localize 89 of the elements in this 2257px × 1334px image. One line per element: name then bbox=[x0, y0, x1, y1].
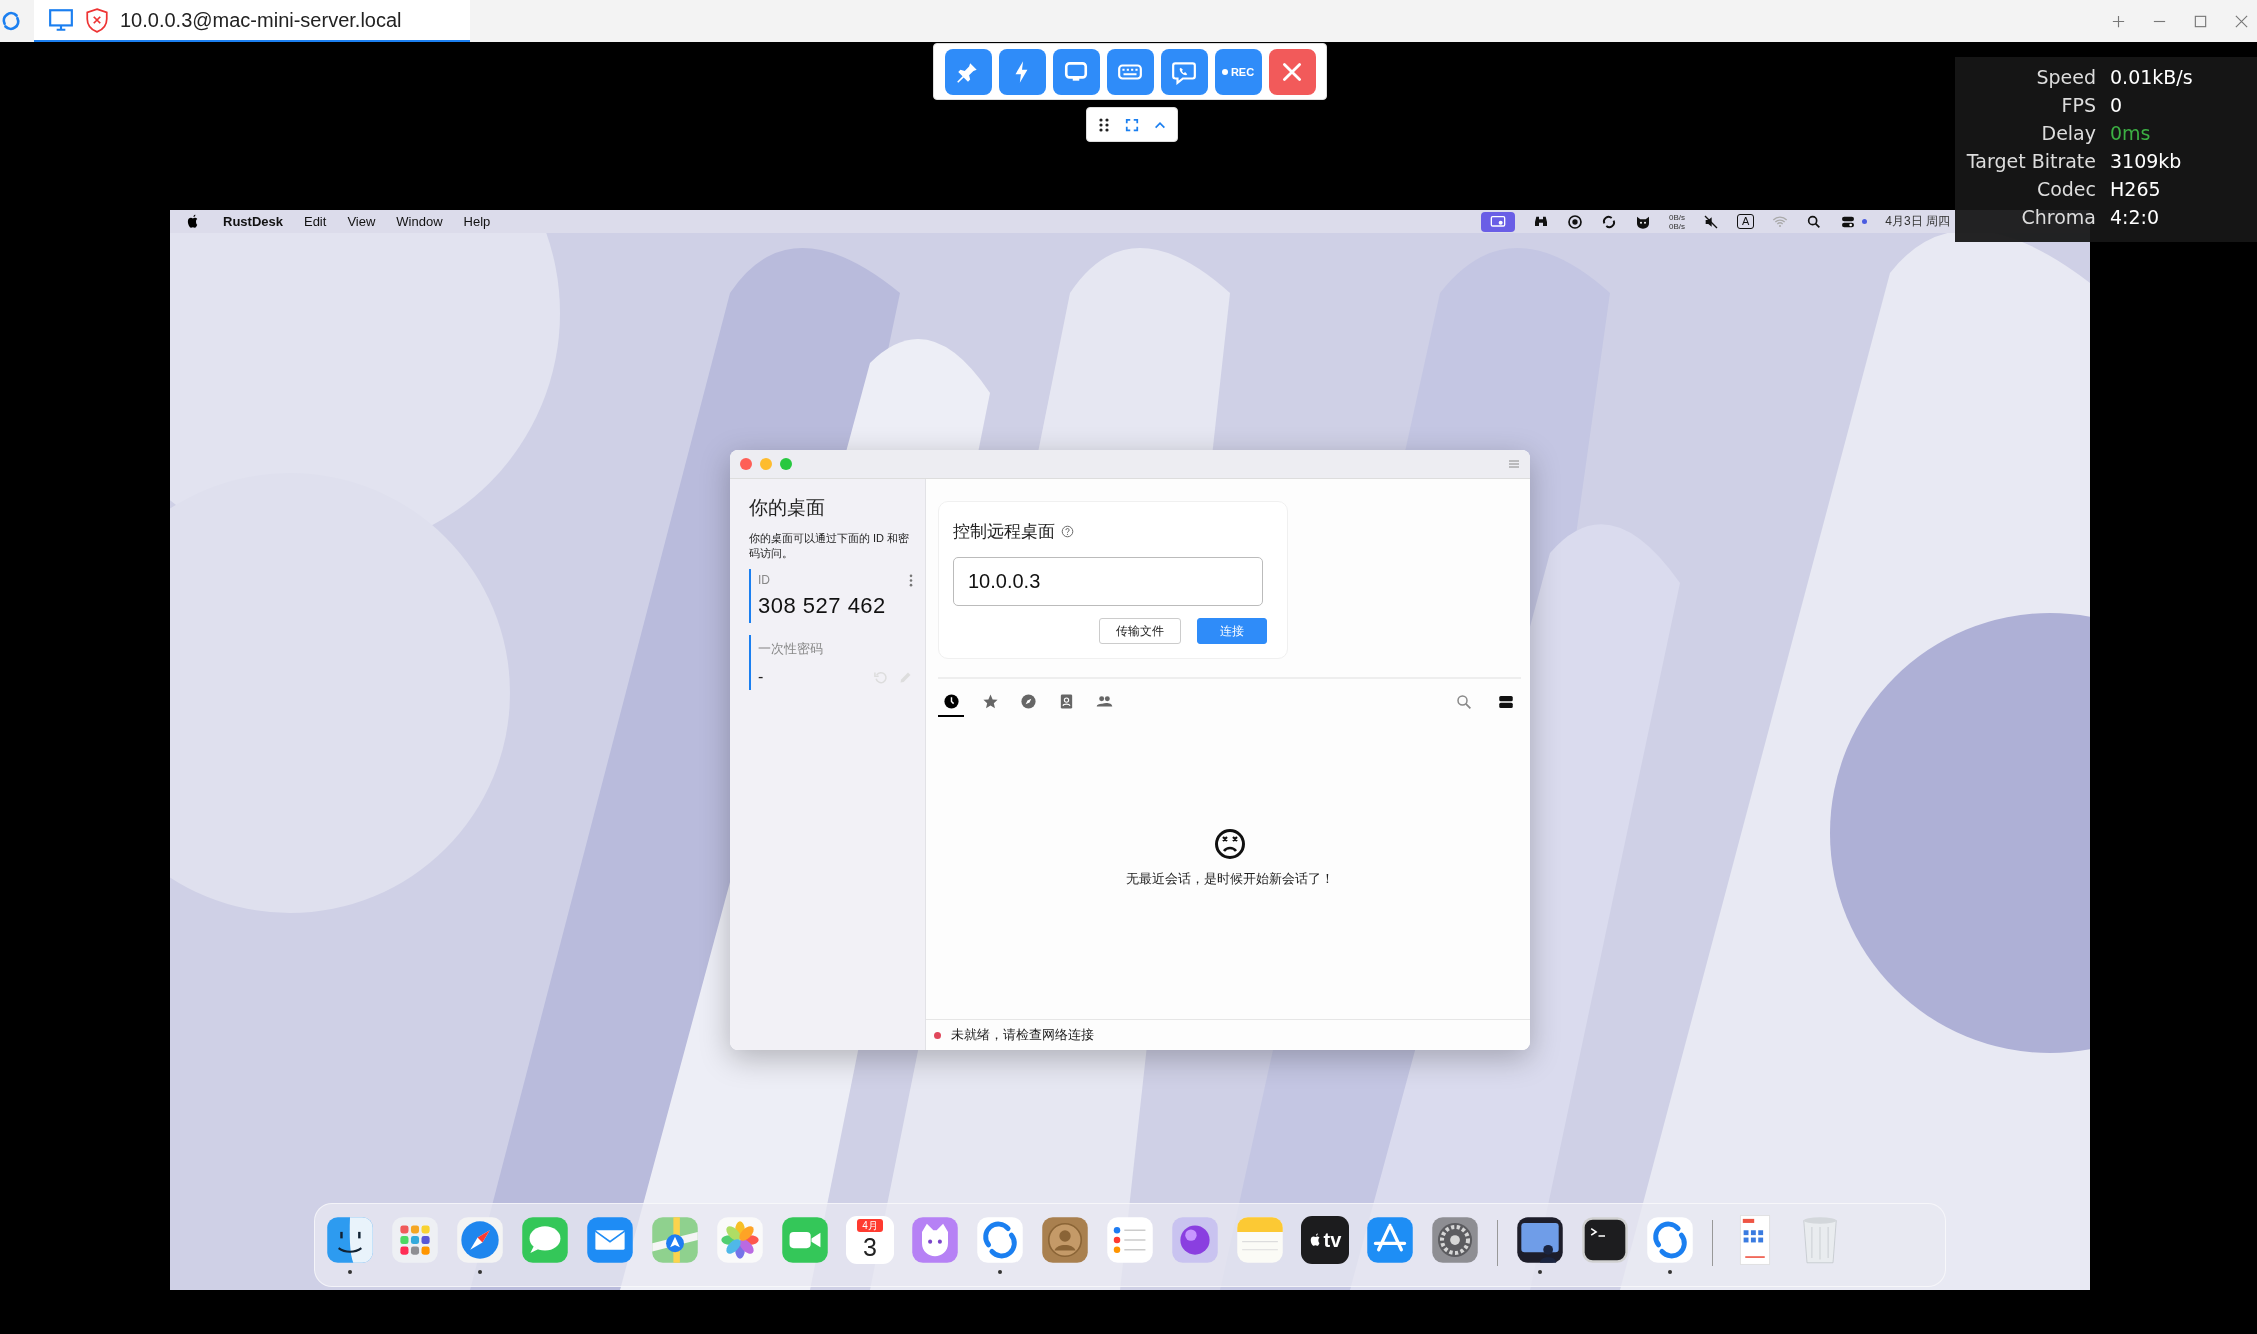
stat-label: Speed bbox=[2035, 65, 2096, 90]
menu-item[interactable]: View bbox=[347, 214, 376, 229]
finder-face-icon[interactable] bbox=[324, 1214, 376, 1266]
menu-bar-clock[interactable]: 4月3日 周四 bbox=[1885, 213, 1950, 230]
display-button[interactable] bbox=[1052, 48, 1100, 95]
close-window-icon[interactable] bbox=[740, 458, 752, 470]
close-icon[interactable] bbox=[2234, 13, 2249, 29]
star-icon bbox=[981, 692, 999, 710]
help-icon[interactable] bbox=[1061, 525, 1074, 538]
monitor-user-icon[interactable] bbox=[1514, 1214, 1566, 1266]
remote-id-field[interactable]: 10.0.0.3 bbox=[953, 557, 1263, 606]
panel-title: 你的桌面 bbox=[749, 496, 826, 520]
clock-icon bbox=[942, 692, 960, 710]
ring-logo-icon[interactable] bbox=[0, 10, 22, 32]
menu-item[interactable]: RustDesk bbox=[223, 214, 283, 229]
stat-label: Codec bbox=[2035, 177, 2096, 202]
screen-share-icon[interactable] bbox=[1480, 211, 1515, 232]
network-speed-text: 0B/s bbox=[1668, 221, 1685, 231]
stat-value: 4:2:0 bbox=[2110, 205, 2161, 230]
lightning-button[interactable] bbox=[998, 48, 1046, 95]
record-icon[interactable] bbox=[1566, 213, 1583, 230]
running-indicator-dot bbox=[1538, 1270, 1542, 1274]
terminal-icon[interactable] bbox=[1579, 1214, 1631, 1266]
monitor-icon bbox=[48, 7, 74, 33]
running-indicator-dot bbox=[348, 1270, 352, 1274]
stat-value: 3109kb bbox=[2110, 149, 2183, 174]
menu-item[interactable]: Edit bbox=[303, 214, 327, 229]
status-text: 未就绪，请检查网络连接 bbox=[951, 1026, 1094, 1044]
running-indicator-dot bbox=[1668, 1270, 1672, 1274]
app-store-icon[interactable] bbox=[1364, 1214, 1416, 1266]
password-value: - bbox=[758, 668, 765, 686]
calendar-month: 4月 bbox=[857, 1219, 883, 1232]
stat-label: Delay bbox=[2040, 121, 2096, 146]
sad-face-icon bbox=[1213, 828, 1246, 860]
fullscreen-icon[interactable] bbox=[1125, 117, 1139, 132]
panel-description: 你的桌面可以通过下面的 ID 和密码访问。 bbox=[749, 531, 911, 561]
search-icon[interactable] bbox=[1806, 213, 1823, 230]
running-indicator-dot bbox=[998, 1270, 1002, 1274]
stat-label: FPS bbox=[2060, 93, 2096, 118]
id-value: 308 527 462 bbox=[758, 593, 887, 619]
tv-app-icon[interactable]: tv bbox=[1301, 1216, 1349, 1264]
pin-button[interactable] bbox=[944, 48, 992, 95]
stat-label: Chroma bbox=[2020, 205, 2096, 230]
plus-icon[interactable] bbox=[2111, 13, 2126, 29]
transfer-file-button[interactable]: 传输文件 bbox=[1099, 618, 1181, 644]
session-tab[interactable]: 10.0.0.3@mac-mini-server.local bbox=[34, 0, 470, 42]
menu-item[interactable]: Window bbox=[396, 214, 443, 229]
menu-item[interactable]: Help bbox=[463, 214, 491, 229]
indicator-dot-icon bbox=[1862, 219, 1868, 224]
ring-logo-icon[interactable] bbox=[1644, 1214, 1696, 1266]
drag-handle-icon[interactable] bbox=[1097, 117, 1111, 132]
card-title: 控制远程桌面 bbox=[953, 521, 1055, 543]
map-icon[interactable] bbox=[649, 1214, 701, 1266]
flower-icon[interactable] bbox=[714, 1214, 766, 1266]
calendar-day: 3 bbox=[863, 1232, 877, 1262]
stat-value: H265 bbox=[2110, 177, 2162, 202]
contact-book-icon[interactable] bbox=[1039, 1214, 1091, 1266]
empty-message: 无最近会话，是时候开始新会话了！ bbox=[1125, 870, 1334, 888]
compass-icon bbox=[1019, 692, 1037, 710]
app-grid-icon[interactable] bbox=[389, 1214, 441, 1266]
video-camera-icon[interactable] bbox=[779, 1214, 831, 1266]
running-indicator-dot bbox=[478, 1270, 482, 1274]
password-label: 一次性密码 bbox=[758, 641, 823, 656]
more-options-icon[interactable] bbox=[909, 573, 913, 587]
stat-value: 0 bbox=[2110, 93, 2124, 118]
stat-value: 0.01kB/s bbox=[2110, 65, 2194, 90]
calendar-icon[interactable]: 4月 3 bbox=[846, 1216, 894, 1264]
input-source-indicator[interactable]: A bbox=[1736, 214, 1755, 229]
sync-icon[interactable] bbox=[1600, 213, 1617, 230]
compass-icon[interactable] bbox=[454, 1214, 506, 1266]
envelope-icon[interactable] bbox=[584, 1214, 636, 1266]
speech-bubble-icon[interactable] bbox=[519, 1214, 571, 1266]
shield-icon bbox=[84, 7, 110, 33]
stat-value: 0ms bbox=[2110, 121, 2152, 146]
list-view-icon[interactable] bbox=[1497, 693, 1515, 711]
close-session-button[interactable] bbox=[1268, 48, 1316, 95]
maximize-icon[interactable] bbox=[2193, 13, 2208, 29]
keyboard-button[interactable] bbox=[1106, 48, 1154, 95]
muted-speaker-icon[interactable] bbox=[1702, 213, 1719, 230]
checklist-icon[interactable] bbox=[1104, 1214, 1156, 1266]
stat-label: Target Bitrate bbox=[1965, 149, 2096, 174]
record-dot-icon bbox=[1221, 68, 1228, 75]
ring-logo-icon[interactable] bbox=[974, 1214, 1026, 1266]
gear-icon[interactable] bbox=[1429, 1214, 1481, 1266]
id-label: ID bbox=[758, 573, 770, 587]
orb-icon[interactable] bbox=[1169, 1214, 1221, 1266]
chat-button[interactable] bbox=[1160, 48, 1208, 95]
tv-label: tv bbox=[1323, 1228, 1342, 1252]
network-speed-text: 0B/s bbox=[1668, 212, 1685, 222]
